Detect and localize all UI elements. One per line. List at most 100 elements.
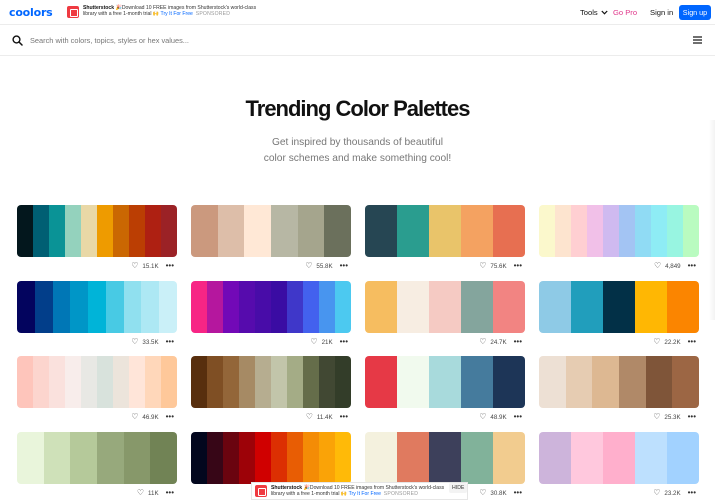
ad-link[interactable]: Try It For Free bbox=[161, 11, 193, 17]
sign-in-link[interactable]: Sign in bbox=[650, 8, 673, 17]
palette-card[interactable]: ♡ 33.5K ••• bbox=[17, 281, 177, 350]
heart-icon[interactable]: ♡ bbox=[137, 489, 144, 497]
color-swatch[interactable] bbox=[493, 356, 525, 408]
color-swatch[interactable] bbox=[191, 356, 207, 408]
palette-swatches[interactable] bbox=[365, 432, 525, 484]
color-swatch[interactable] bbox=[397, 432, 429, 484]
color-swatch[interactable] bbox=[303, 356, 319, 408]
color-swatch[interactable] bbox=[17, 356, 33, 408]
color-swatch[interactable] bbox=[223, 356, 239, 408]
coolors-logo[interactable]: coolors bbox=[9, 6, 53, 19]
heart-icon[interactable]: ♡ bbox=[479, 413, 486, 421]
palette-swatches[interactable] bbox=[539, 356, 699, 408]
palette-swatches[interactable] bbox=[365, 281, 525, 333]
color-swatch[interactable] bbox=[17, 205, 33, 257]
color-swatch[interactable] bbox=[150, 432, 177, 484]
palette-swatches[interactable] bbox=[191, 281, 351, 333]
heart-icon[interactable]: ♡ bbox=[305, 262, 312, 270]
color-swatch[interactable] bbox=[207, 281, 223, 333]
color-swatch[interactable] bbox=[603, 205, 619, 257]
palette-swatches[interactable] bbox=[365, 205, 525, 257]
color-swatch[interactable] bbox=[113, 205, 129, 257]
color-swatch[interactable] bbox=[239, 432, 255, 484]
color-swatch[interactable] bbox=[493, 281, 525, 333]
color-swatch[interactable] bbox=[335, 356, 351, 408]
color-swatch[interactable] bbox=[43, 432, 71, 484]
color-swatch[interactable] bbox=[271, 432, 287, 484]
color-swatch[interactable] bbox=[159, 281, 177, 333]
more-options-icon[interactable]: ••• bbox=[688, 413, 696, 421]
color-swatch[interactable] bbox=[365, 356, 397, 408]
color-swatch[interactable] bbox=[287, 432, 303, 484]
palette-card[interactable]: ♡ 25.3K ••• bbox=[539, 356, 699, 425]
color-swatch[interactable] bbox=[70, 432, 98, 484]
color-swatch[interactable] bbox=[319, 281, 335, 333]
bottom-ad-link[interactable]: Try It For Free bbox=[349, 491, 381, 497]
color-swatch[interactable] bbox=[429, 205, 461, 257]
more-options-icon[interactable]: ••• bbox=[514, 262, 522, 270]
color-swatch[interactable] bbox=[145, 205, 161, 257]
palette-card[interactable]: ♡ 11.4K ••• bbox=[191, 356, 351, 425]
color-swatch[interactable] bbox=[271, 356, 287, 408]
color-swatch[interactable] bbox=[34, 281, 53, 333]
palette-swatches[interactable] bbox=[17, 205, 177, 257]
color-swatch[interactable] bbox=[65, 205, 81, 257]
color-swatch[interactable] bbox=[33, 356, 49, 408]
color-swatch[interactable] bbox=[97, 432, 124, 484]
color-swatch[interactable] bbox=[191, 205, 218, 257]
palette-swatches[interactable] bbox=[17, 356, 177, 408]
color-swatch[interactable] bbox=[397, 356, 429, 408]
color-swatch[interactable] bbox=[555, 205, 571, 257]
tools-menu[interactable]: Tools bbox=[580, 8, 608, 17]
color-swatch[interactable] bbox=[303, 281, 319, 333]
palette-card[interactable]: ♡ 75.6K ••• bbox=[365, 205, 525, 274]
palette-swatches[interactable] bbox=[17, 281, 177, 333]
more-options-icon[interactable]: ••• bbox=[514, 489, 522, 497]
palette-card[interactable]: ♡ 23.2K ••• bbox=[539, 432, 699, 500]
color-swatch[interactable] bbox=[223, 432, 239, 484]
color-swatch[interactable] bbox=[287, 281, 303, 333]
color-swatch[interactable] bbox=[207, 432, 223, 484]
color-swatch[interactable] bbox=[429, 281, 461, 333]
palette-card[interactable]: ♡ 48.9K ••• bbox=[365, 356, 525, 425]
palette-swatches[interactable] bbox=[191, 356, 351, 408]
go-pro-link[interactable]: Go Pro bbox=[613, 8, 637, 17]
more-options-icon[interactable]: ••• bbox=[166, 413, 174, 421]
palette-card[interactable]: ♡ 11K ••• bbox=[17, 432, 177, 500]
heart-icon[interactable]: ♡ bbox=[131, 413, 138, 421]
color-swatch[interactable] bbox=[397, 205, 429, 257]
color-swatch[interactable] bbox=[429, 356, 461, 408]
heart-icon[interactable]: ♡ bbox=[131, 262, 138, 270]
color-swatch[interactable] bbox=[255, 281, 271, 333]
heart-icon[interactable]: ♡ bbox=[653, 489, 660, 497]
color-swatch[interactable] bbox=[619, 205, 635, 257]
color-swatch[interactable] bbox=[81, 205, 97, 257]
hamburger-menu-icon[interactable] bbox=[693, 36, 702, 44]
color-swatch[interactable] bbox=[539, 281, 571, 333]
color-swatch[interactable] bbox=[324, 205, 351, 257]
color-swatch[interactable] bbox=[81, 356, 97, 408]
palette-card[interactable]: ♡ 15.1K ••• bbox=[17, 205, 177, 274]
color-swatch[interactable] bbox=[539, 205, 555, 257]
color-swatch[interactable] bbox=[651, 205, 667, 257]
color-swatch[interactable] bbox=[129, 356, 145, 408]
color-swatch[interactable] bbox=[603, 281, 635, 333]
color-swatch[interactable] bbox=[145, 356, 161, 408]
color-swatch[interactable] bbox=[191, 432, 207, 484]
more-options-icon[interactable]: ••• bbox=[688, 338, 696, 346]
color-swatch[interactable] bbox=[123, 432, 151, 484]
palette-card[interactable]: ♡ 22.2K ••• bbox=[539, 281, 699, 350]
color-swatch[interactable] bbox=[297, 205, 325, 257]
color-swatch[interactable] bbox=[255, 356, 271, 408]
palette-card[interactable]: ♡ 55.8K ••• bbox=[191, 205, 351, 274]
palette-swatches[interactable] bbox=[191, 205, 351, 257]
color-swatch[interactable] bbox=[255, 432, 271, 484]
heart-icon[interactable]: ♡ bbox=[653, 413, 660, 421]
color-swatch[interactable] bbox=[141, 281, 160, 333]
more-options-icon[interactable]: ••• bbox=[166, 262, 174, 270]
color-swatch[interactable] bbox=[667, 205, 683, 257]
color-swatch[interactable] bbox=[645, 356, 673, 408]
color-swatch[interactable] bbox=[461, 205, 493, 257]
hide-ad-button[interactable]: HIDE bbox=[449, 483, 468, 493]
color-swatch[interactable] bbox=[33, 205, 49, 257]
